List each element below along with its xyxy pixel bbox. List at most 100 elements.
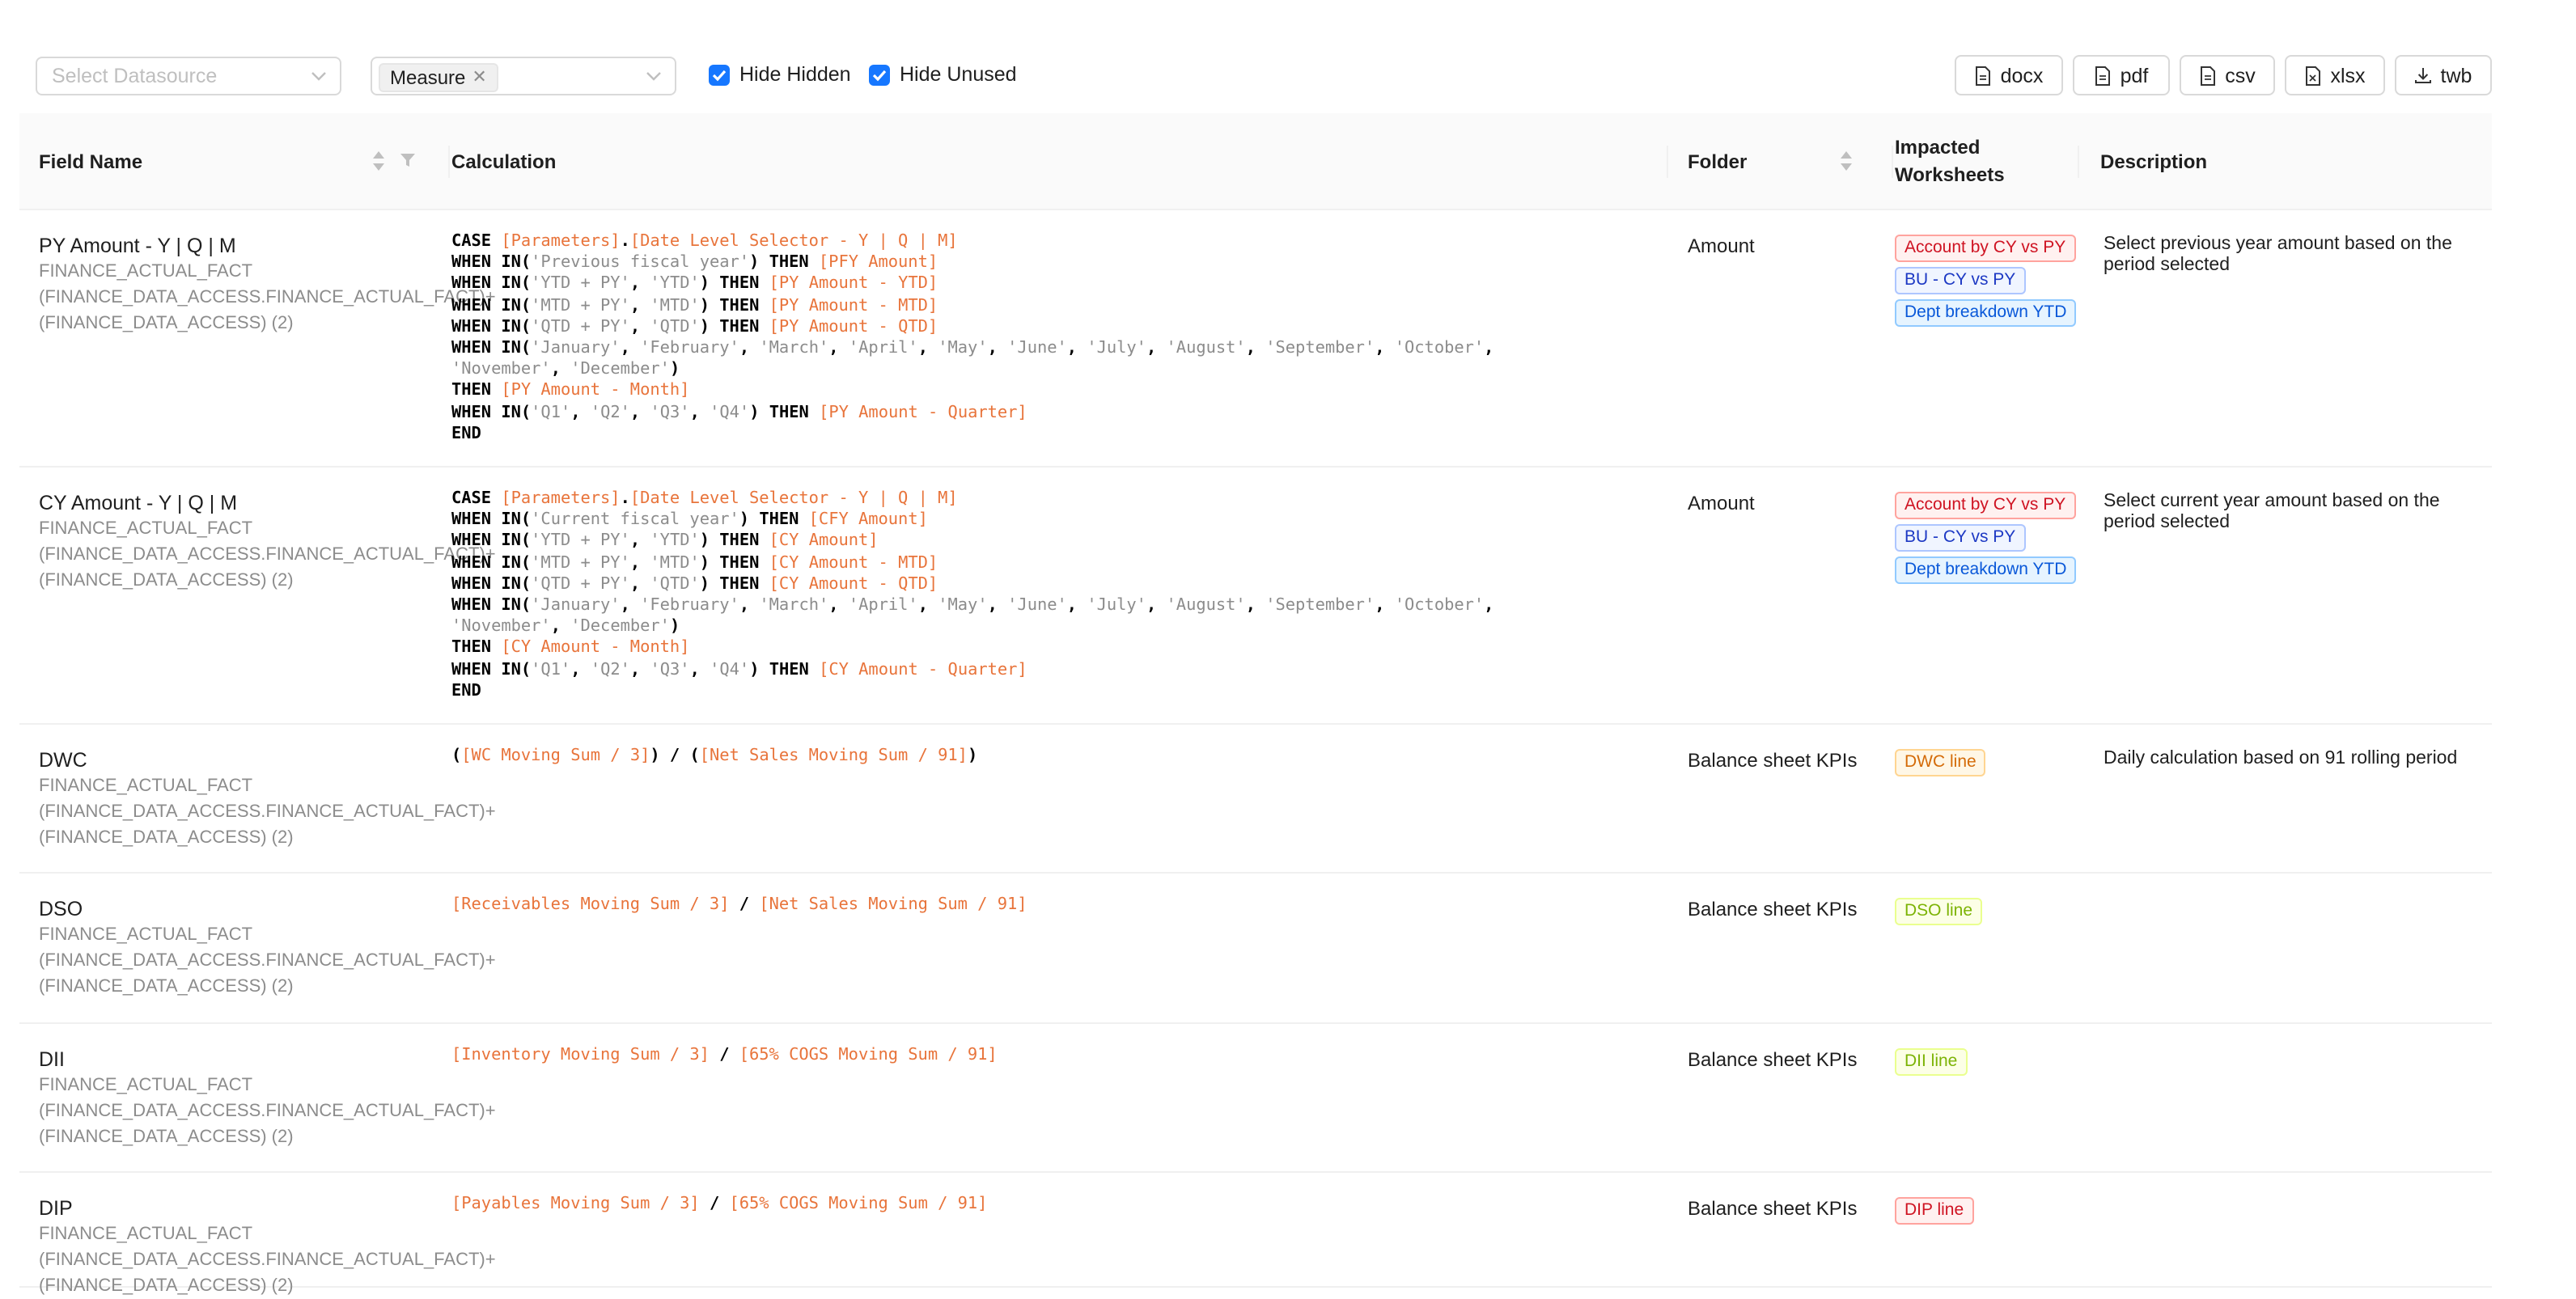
code-token-ref: [CY Amount - MTD]	[769, 554, 938, 573]
header-impacted-line1: Impacted	[1895, 135, 1981, 158]
calculation-code: [Payables Moving Sum / 3] / [65% COGS Mo…	[451, 1194, 987, 1215]
calculation-line: WHEN IN('January', 'February', 'March', …	[451, 338, 1493, 359]
code-token-kw: .	[620, 490, 630, 508]
calculation-line: END	[451, 424, 1493, 445]
code-token-str: 'July'	[1087, 597, 1146, 616]
calculation-line: WHEN IN('MTD + PY', 'MTD') THEN [CY Amou…	[451, 552, 1493, 573]
checkbox-checked-icon[interactable]	[869, 64, 890, 85]
page: Select Datasource Measure ✕ Hide Hidden …	[0, 0, 2576, 1296]
code-token-str: 'Q3'	[650, 404, 690, 422]
code-token-kw: )	[669, 618, 680, 637]
table-row[interactable]: DIP FINANCE_ACTUAL_FACT (FINANCE_DATA_ACC…	[19, 1173, 2492, 1296]
field-name: PY Amount - Y | Q | M	[39, 235, 236, 257]
code-token-kw: WHEN IN(	[451, 275, 532, 294]
export-twb-button[interactable]: twb	[2395, 55, 2492, 95]
code-token-ref: [CY Amount - Month]	[501, 639, 690, 658]
table-row[interactable]: DWC FINANCE_ACTUAL_FACT (FINANCE_DATA_ACC…	[19, 725, 2492, 874]
worksheet-tag[interactable]: DII line	[1895, 1048, 1968, 1076]
code-token-kw: ) THEN	[739, 511, 809, 530]
folder-cell: Amount	[1688, 235, 1755, 257]
code-token-str: 'YTD + PY'	[531, 532, 630, 551]
datasource-select[interactable]: Select Datasource	[36, 57, 341, 95]
code-token-str: 'February'	[640, 597, 739, 616]
file-csv-icon	[2201, 66, 2216, 85]
worksheet-tag[interactable]: DIP line	[1895, 1197, 1974, 1225]
export-xlsx-label: xlsx	[2330, 64, 2366, 87]
code-token-kw: ,	[570, 661, 591, 679]
worksheet-tag[interactable]: Dept breakdown YTD	[1895, 299, 2077, 327]
calculation-line: WHEN IN('YTD + PY', 'YTD') THEN [CY Amou…	[451, 531, 1493, 552]
code-token-ref: [65% COGS Moving Sum / 91]	[739, 1047, 998, 1064]
worksheet-tag[interactable]: Account by CY vs PY	[1895, 492, 2076, 519]
code-token-kw: ,	[1245, 597, 1266, 616]
field-name-cell: CY Amount - Y | Q | M FINANCE_ACTUAL_FACT…	[39, 490, 496, 594]
close-icon[interactable]: ✕	[472, 63, 486, 92]
type-select[interactable]: Measure ✕	[371, 57, 676, 95]
checkbox-checked-icon[interactable]	[709, 64, 730, 85]
code-token-str: 'September'	[1265, 597, 1375, 616]
header-folder[interactable]: Folder	[1688, 113, 1893, 209]
code-token-kw: WHEN IN(	[451, 532, 532, 551]
code-token-ref: [Receivables Moving Sum / 3]	[451, 896, 730, 914]
code-token-kw: ) THEN	[699, 275, 769, 294]
code-token-kw: ) THEN	[749, 661, 820, 679]
code-token-kw: WHEN IN(	[451, 318, 532, 336]
table-row[interactable]: DSO FINANCE_ACTUAL_FACT (FINANCE_DATA_ACC…	[19, 874, 2492, 1024]
code-token-kw: ,	[917, 340, 938, 358]
worksheet-tag[interactable]: DSO line	[1895, 898, 1983, 925]
code-token-kw: ) THEN	[699, 297, 769, 315]
code-token-ref: [Date Level Selector - Y | Q | M]	[629, 233, 958, 251]
calculation-code: CASE [Parameters].[Date Level Selector -…	[451, 231, 1493, 445]
hide-unused-checkbox[interactable]: Hide Unused	[869, 63, 1017, 86]
sort-icon[interactable]	[372, 150, 385, 171]
field-name-cell: DWC FINANCE_ACTUAL_FACT (FINANCE_DATA_ACC…	[39, 747, 496, 851]
filter-icon[interactable]	[400, 152, 416, 168]
header-field-name-label: Field Name	[39, 150, 143, 172]
export-csv-button[interactable]: csv	[2180, 55, 2275, 95]
worksheet-tag[interactable]: BU - CY vs PY	[1895, 267, 2026, 294]
table-row[interactable]: PY Amount - Y | Q | M FINANCE_ACTUAL_FACT…	[19, 210, 2492, 468]
field-name-cell: DII FINANCE_ACTUAL_FACT (FINANCE_DATA_ACC…	[39, 1047, 496, 1150]
impacted-worksheets-cell: DII line	[1895, 1048, 1968, 1076]
worksheet-tag[interactable]: Dept breakdown YTD	[1895, 556, 2077, 584]
export-docx-button[interactable]: docx	[1955, 55, 2063, 95]
header-field-name[interactable]: Field Name	[39, 113, 450, 209]
code-token-str: 'October'	[1394, 340, 1485, 358]
code-token-kw: ,	[1484, 340, 1494, 358]
worksheet-tag[interactable]: BU - CY vs PY	[1895, 524, 2026, 552]
export-pdf-button[interactable]: pdf	[2073, 55, 2170, 95]
code-token-str: 'January'	[531, 340, 621, 358]
code-token-str: 'August'	[1166, 597, 1246, 616]
calculation-line: WHEN IN('QTD + PY', 'QTD') THEN [CY Amou…	[451, 574, 1493, 595]
header-impacted-line2: Worksheets	[1895, 163, 2005, 185]
file-pdf-icon	[2095, 66, 2111, 85]
worksheet-tag[interactable]: Account by CY vs PY	[1895, 235, 2076, 262]
calculation-line: THEN [CY Amount - Month]	[451, 638, 1493, 659]
table-row[interactable]: DII FINANCE_ACTUAL_FACT (FINANCE_DATA_ACC…	[19, 1024, 2492, 1173]
code-token-ref: [PY Amount - YTD]	[769, 275, 938, 294]
code-token-kw: WHEN IN(	[451, 254, 532, 273]
code-token-ref: [CY Amount - Quarter]	[819, 661, 1027, 679]
code-token-ref: [WC Moving Sum / 3]	[461, 747, 650, 765]
field-name: CY Amount - Y | Q | M	[39, 492, 238, 514]
code-token-str: 'Q2'	[590, 404, 630, 422]
calculation-line: ([WC Moving Sum / 3]) / ([Net Sales Movi…	[451, 746, 977, 767]
description-cell: Select previous year amount based on the…	[2104, 235, 2452, 275]
sort-icon[interactable]	[1840, 150, 1853, 171]
table-row[interactable]: CY Amount - Y | Q | M FINANCE_ACTUAL_FACT…	[19, 468, 2492, 725]
folder-cell: Balance sheet KPIs	[1688, 1048, 1858, 1071]
code-token-kw: ,	[629, 318, 650, 336]
hide-hidden-checkbox[interactable]: Hide Hidden	[709, 63, 851, 86]
folder-cell: Balance sheet KPIs	[1688, 898, 1858, 920]
calculation-line: END	[451, 681, 1493, 702]
code-token-ref: [CY Amount - QTD]	[769, 575, 938, 594]
code-token-kw: (	[451, 747, 462, 765]
code-token-kw: ,	[987, 597, 1008, 616]
code-token-kw: ,	[1146, 340, 1167, 358]
code-token-str: 'November'	[451, 361, 551, 379]
code-token-kw: THEN	[451, 382, 502, 400]
export-xlsx-button[interactable]: xlsx	[2285, 55, 2385, 95]
field-source: FINANCE_ACTUAL_FACT (FINANCE_DATA_ACCESS…	[39, 1076, 496, 1147]
worksheet-tag[interactable]: DWC line	[1895, 749, 1986, 776]
code-token-str: 'YTD'	[650, 275, 700, 294]
